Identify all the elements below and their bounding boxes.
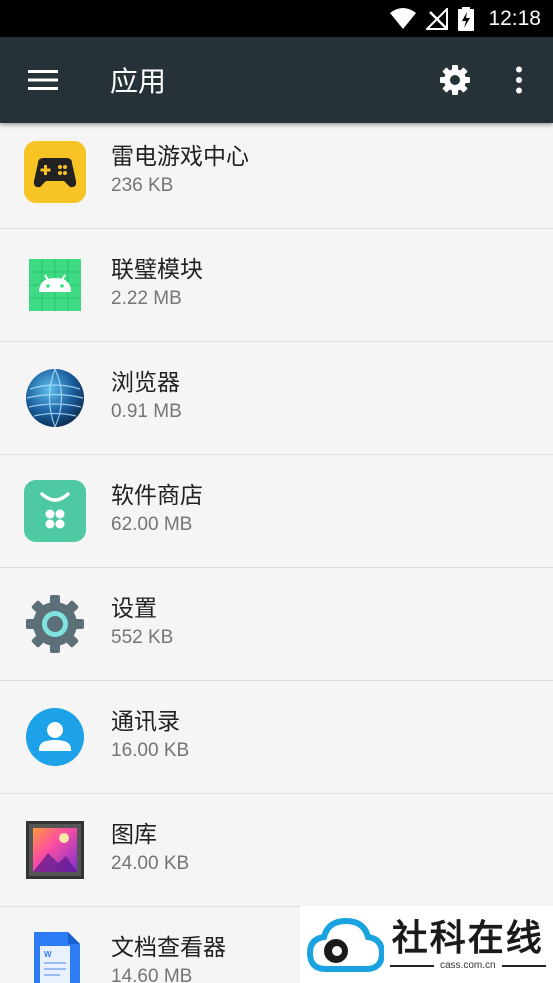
app-info: 软件商店 62.00 MB (111, 481, 203, 539)
list-item[interactable]: 联璧模块 2.22 MB (0, 229, 553, 342)
app-name: 通讯录 (111, 709, 180, 735)
status-bar: 12:18 (0, 0, 553, 37)
no-signal-icon (426, 7, 449, 30)
app-size: 14.60 MB (111, 966, 193, 983)
app-info: 雷电游戏中心 236 KB (111, 142, 249, 200)
list-item[interactable]: 图库 24.00 KB (0, 794, 553, 907)
app-size: 552 KB (111, 627, 174, 648)
svg-text:W: W (44, 950, 52, 959)
app-name: 浏览器 (111, 370, 180, 396)
gear-icon (26, 595, 84, 653)
android-icon (29, 259, 81, 311)
watermark-domain: cass.com.cn (440, 960, 496, 971)
settings-button[interactable] (423, 37, 487, 123)
divider (390, 964, 434, 967)
menu-button[interactable] (0, 37, 86, 123)
app-name: 设置 (111, 596, 157, 622)
overflow-menu-icon (516, 66, 522, 94)
app-size: 2.22 MB (111, 288, 182, 309)
cloud-logo-icon (306, 917, 384, 972)
app-size: 24.00 KB (111, 853, 190, 874)
app-info: 浏览器 0.91 MB (111, 368, 182, 426)
watermark-title: 社科在线 (391, 917, 544, 959)
app-name: 软件商店 (111, 483, 203, 509)
menu-icon (28, 70, 58, 90)
watermark: 社科在线 cass.com.cn (300, 906, 553, 983)
list-item[interactable]: 浏览器 0.91 MB (0, 342, 553, 455)
app-name: 图库 (111, 822, 157, 848)
document-icon: W (34, 932, 80, 983)
page-title: 应用 (110, 65, 167, 98)
wifi-icon (390, 7, 417, 29)
app-info: 文档查看器 14.60 MB (111, 933, 226, 983)
app-info: 通讯录 16.00 KB (111, 707, 189, 765)
watermark-domain-row: cass.com.cn (390, 960, 546, 971)
contacts-icon (26, 708, 84, 766)
app-info: 联璧模块 2.22 MB (111, 255, 203, 313)
watermark-text: 社科在线 cass.com.cn (390, 918, 546, 971)
app-name: 联璧模块 (111, 257, 203, 283)
app-name: 文档查看器 (111, 935, 226, 961)
app-size: 236 KB (111, 175, 174, 196)
divider (501, 964, 546, 967)
store-icon (24, 480, 86, 542)
battery-charging-icon (458, 6, 475, 31)
list-item[interactable]: 软件商店 62.00 MB (0, 455, 553, 568)
app-list: 雷电游戏中心 236 KB 联璧模块 2.22 MB 浏览器 0.91 MB 软… (0, 123, 553, 983)
app-size: 0.91 MB (111, 401, 182, 422)
app-name: 雷电游戏中心 (111, 144, 249, 170)
gamepad-icon (24, 141, 86, 203)
app-size: 16.00 KB (111, 740, 190, 761)
list-item[interactable]: 雷电游戏中心 236 KB (0, 123, 553, 229)
overflow-menu-button[interactable] (487, 37, 551, 123)
app-size: 62.00 MB (111, 514, 193, 535)
app-info: 图库 24.00 KB (111, 820, 189, 878)
gear-icon (440, 65, 470, 95)
app-info: 设置 552 KB (111, 594, 173, 652)
gallery-icon (26, 821, 84, 879)
globe-icon (26, 368, 84, 428)
list-item[interactable]: 设置 552 KB (0, 568, 553, 681)
app-bar: 应用 (0, 37, 553, 123)
status-time: 12:18 (488, 6, 541, 30)
list-item[interactable]: 通讯录 16.00 KB (0, 681, 553, 794)
